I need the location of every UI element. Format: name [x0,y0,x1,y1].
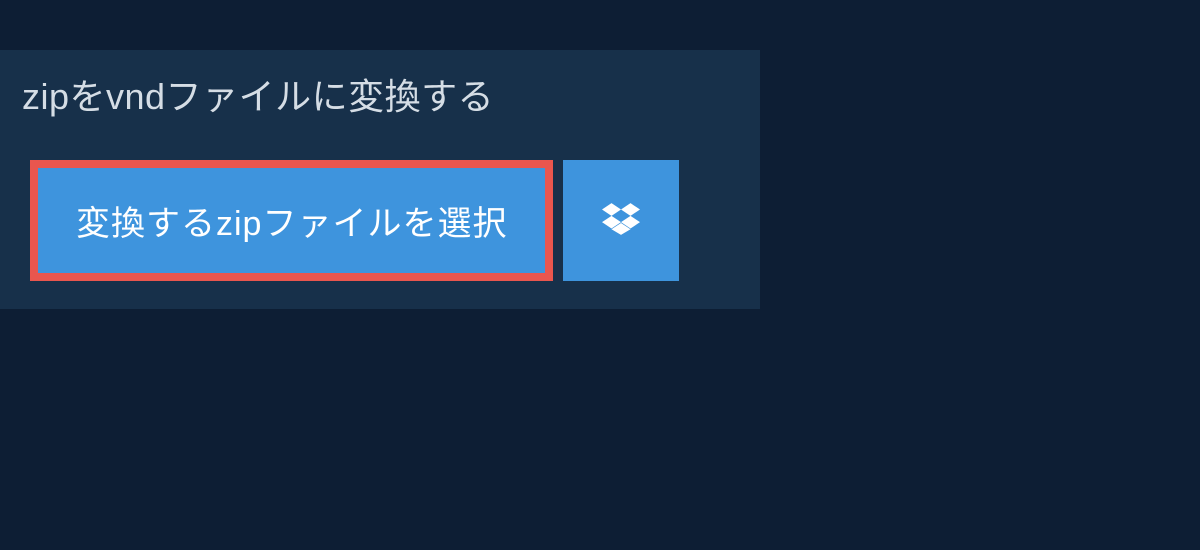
select-file-button[interactable]: 変換するzipファイルを選択 [30,160,553,281]
conversion-panel: zipをvndファイルに変換する 変換するzipファイルを選択 [0,50,760,309]
dropbox-button[interactable] [563,160,679,281]
page-title: zipをvndファイルに変換する [22,68,596,120]
dropbox-icon [602,200,640,241]
button-row: 変換するzipファイルを選択 [0,138,760,309]
title-row: zipをvndファイルに変換する [0,50,618,138]
